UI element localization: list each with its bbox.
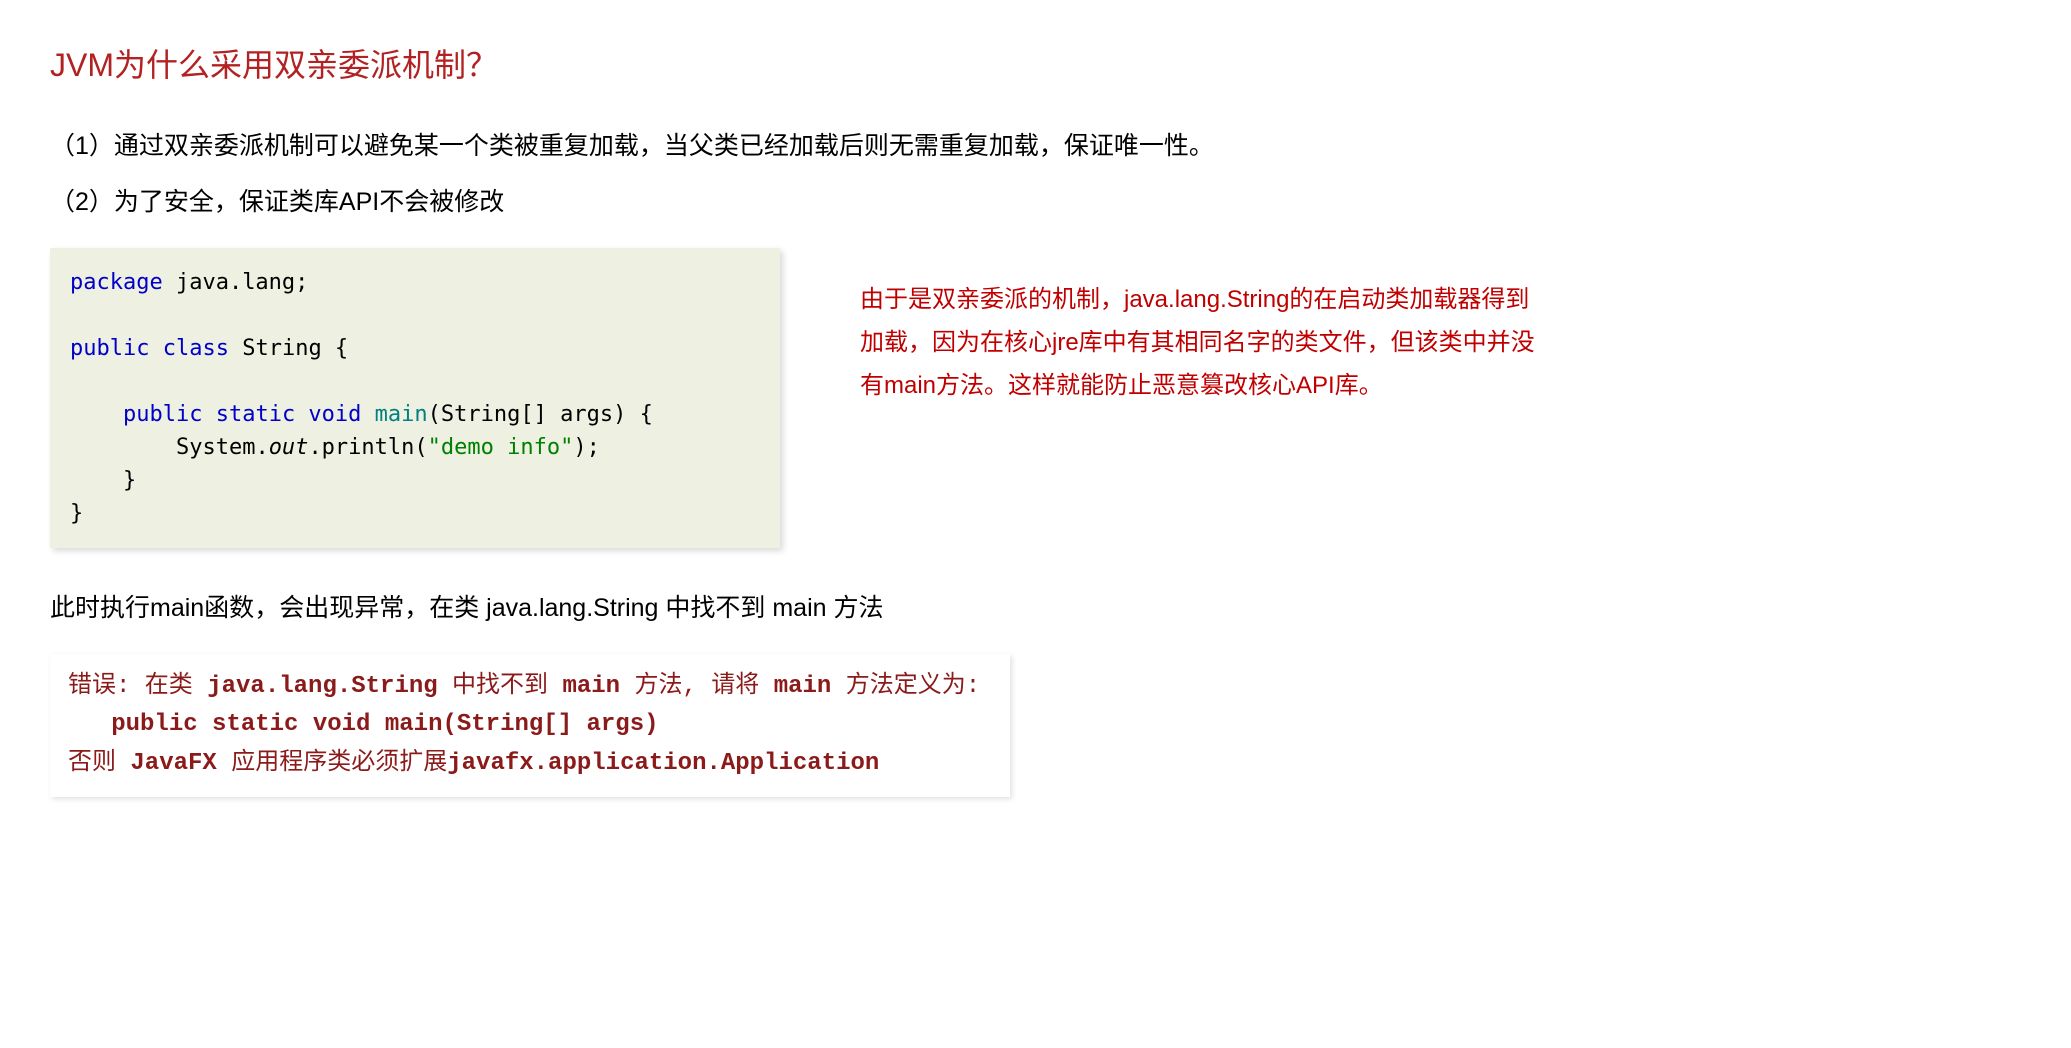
code-block: package java.lang; public class String {… bbox=[50, 248, 780, 548]
error-text: 否则 bbox=[68, 750, 130, 777]
code-indent bbox=[70, 435, 176, 460]
keyword-static: static bbox=[202, 402, 295, 427]
string-literal: "demo info" bbox=[428, 435, 574, 460]
error-method: main bbox=[774, 673, 832, 700]
field-out: out bbox=[269, 435, 309, 460]
bullet-point-2: （2）为了安全，保证类库API不会被修改 bbox=[50, 182, 2021, 218]
error-block: 错误: 在类 java.lang.String 中找不到 main 方法, 请将… bbox=[50, 654, 1010, 797]
keyword-public: public bbox=[123, 402, 202, 427]
error-classname: java.lang.String bbox=[207, 673, 437, 700]
explanation-text: 由于是双亲委派的机制，java.lang.String的在启动类加载器得到加载，… bbox=[860, 248, 1540, 408]
error-text: 方法, 请将 bbox=[620, 673, 774, 700]
keyword-class: class bbox=[149, 336, 228, 361]
error-text: 错误 bbox=[68, 673, 116, 700]
method-name: main bbox=[361, 402, 427, 427]
error-method: main bbox=[562, 673, 620, 700]
bullet-point-1: （1）通过双亲委派机制可以避免某一个类被重复加载，当父类已经加载后则无需重复加载… bbox=[50, 126, 2021, 162]
keyword-void: void bbox=[295, 402, 361, 427]
code-indent bbox=[70, 402, 123, 427]
code-text: java.lang; bbox=[163, 270, 309, 295]
code-text: } bbox=[70, 468, 136, 493]
error-javafx: JavaFX bbox=[130, 750, 216, 777]
code-text: System. bbox=[176, 435, 269, 460]
keyword-package: package bbox=[70, 270, 163, 295]
code-text: ); bbox=[573, 435, 600, 460]
code-text: (String[] args) { bbox=[428, 402, 653, 427]
error-text: 中找不到 bbox=[438, 673, 563, 700]
keyword-public: public bbox=[70, 336, 149, 361]
body-text: 此时执行main函数，会出现异常，在类 java.lang.String 中找不… bbox=[50, 588, 2021, 624]
content-row: package java.lang; public class String {… bbox=[50, 248, 2021, 548]
code-text: .println( bbox=[308, 435, 427, 460]
error-fqcn: javafx.application.Application bbox=[447, 750, 879, 777]
error-signature: public static void main(String[] args) bbox=[68, 711, 659, 738]
error-text: : 在类 bbox=[116, 673, 207, 700]
code-text: String { bbox=[229, 336, 348, 361]
error-text: 方法定义为: bbox=[831, 673, 980, 700]
code-text: } bbox=[70, 501, 83, 526]
page-title: JVM为什么采用双亲委派机制？ bbox=[50, 40, 2021, 86]
error-text: 应用程序类必须扩展 bbox=[217, 750, 447, 777]
